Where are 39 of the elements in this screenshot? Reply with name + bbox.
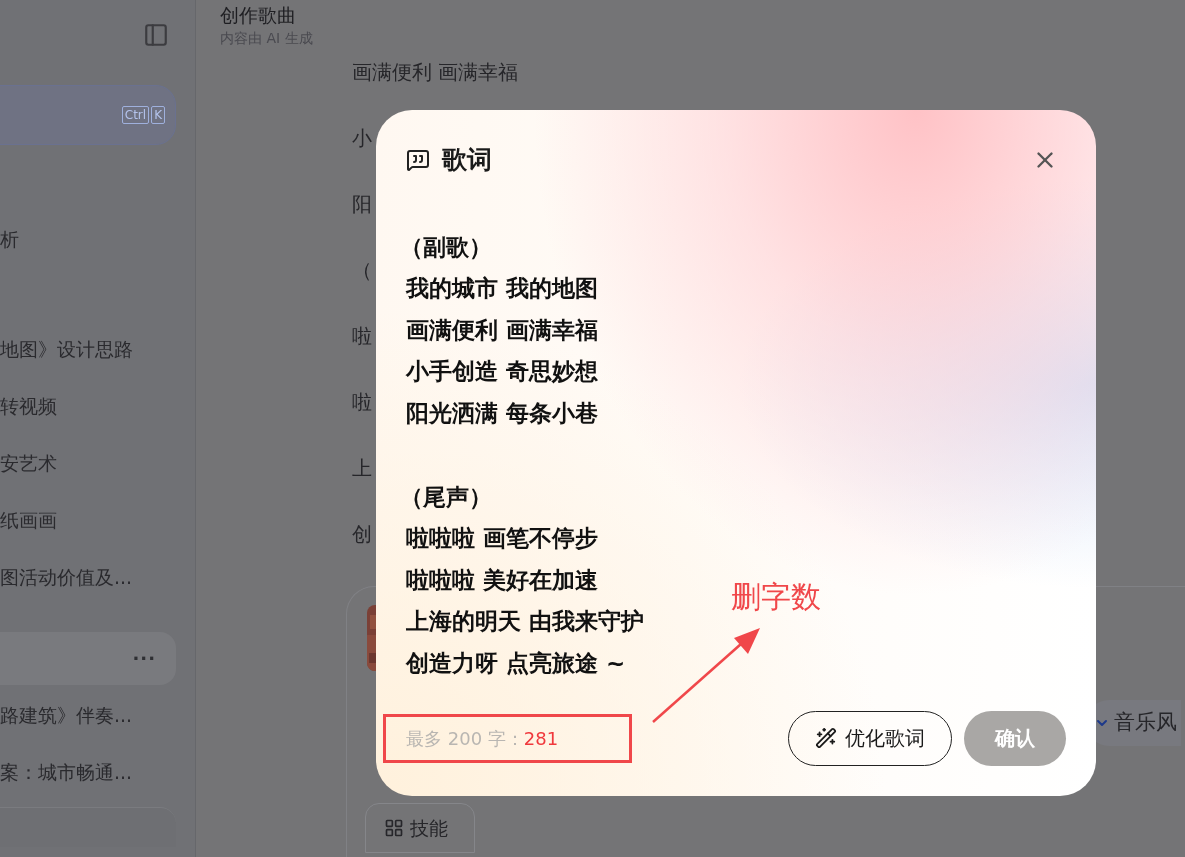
lyric-line: 创 [352, 521, 372, 548]
history-item[interactable]: 路建筑》伴奏... [0, 689, 176, 742]
history-item[interactable]: 地图》设计思路 [0, 323, 176, 376]
search-field[interactable]: Ctrl K [0, 85, 176, 145]
lyrics-icon [406, 148, 430, 172]
lyric-line: 啦啦啦 画笔不停步 [406, 524, 598, 553]
section-heading: （副歌） [400, 233, 492, 262]
history-item[interactable]: 案：城市畅通... [0, 746, 176, 799]
lyric-line: 画满便利 画满幸福 [406, 315, 598, 345]
lyric-line: 啦啦啦 美好在加速 [406, 565, 598, 595]
lyric-line: 上海的明天 由我来守护 [406, 607, 644, 636]
grid-icon [384, 818, 404, 838]
history-item[interactable]: 析 [0, 213, 176, 266]
history-item[interactable]: 转视频 [0, 380, 176, 433]
dialog-title: 歌词 [442, 144, 492, 177]
lyric-line: 小手创造 奇思妙想 [406, 357, 598, 386]
page-title: 创作歌曲 [220, 3, 297, 28]
section-heading: （尾声） [400, 483, 492, 512]
history-item[interactable]: ··· [0, 632, 176, 685]
character-count: 最多 200 字：281 [383, 713, 632, 763]
more-icon[interactable]: ··· [132, 645, 156, 672]
magic-wand-icon [815, 727, 837, 749]
lyric-line: 我的城市 我的地图 [406, 274, 598, 303]
lyric-line: （ [352, 257, 372, 284]
annotation-label: 删字数 [731, 578, 821, 616]
lyric-line: 阳光洒满 每条小巷 [406, 398, 598, 428]
lyric-line: 啦 [352, 389, 372, 416]
shortcut-key: K [151, 106, 165, 124]
lyric-line: 上 [352, 455, 372, 482]
history-item[interactable]: 图活动价值及... [0, 551, 176, 604]
lyric-line: 创造力呀 点亮旅途 ~ [406, 648, 626, 678]
lyric-line: 小 [352, 125, 372, 152]
lyric-line: 画满便利 画满幸福 [352, 59, 519, 86]
lyric-line: 啦 [352, 323, 372, 350]
lyric-line: 阳 [352, 191, 372, 218]
history-item[interactable]: 纸画画 [0, 494, 176, 547]
skills-button[interactable]: 技能 [365, 803, 475, 853]
history-item[interactable]: 安艺术 [0, 437, 176, 490]
shortcut-key: Ctrl [121, 106, 150, 124]
